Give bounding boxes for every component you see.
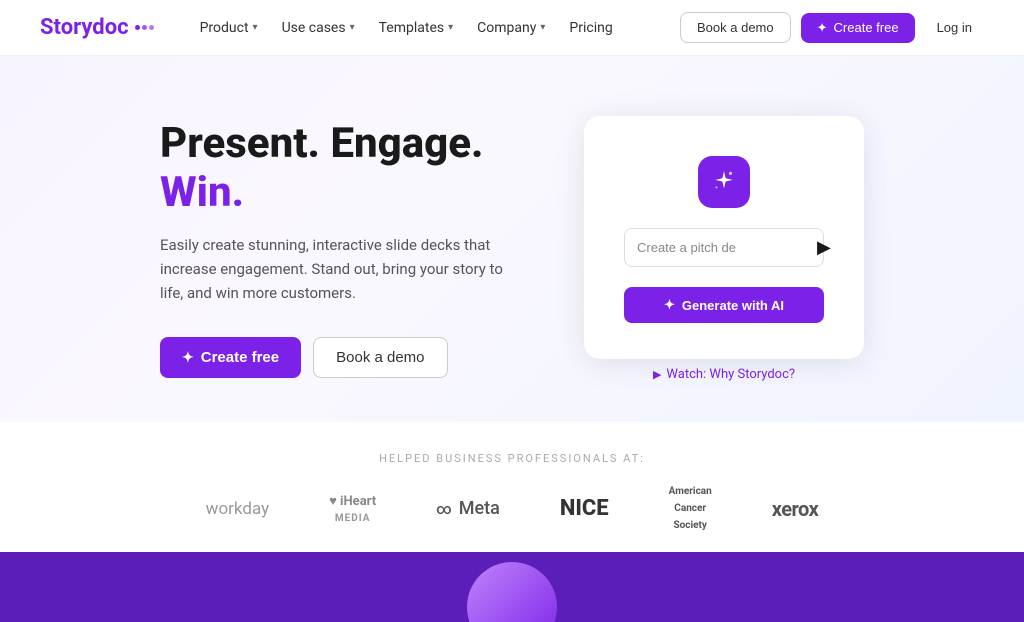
sparkle-icon: ✦ [182,349,194,366]
hero-section: Present. Engage. Win. Easily create stun… [0,56,1024,422]
nav-item-pricing[interactable]: Pricing [559,14,622,42]
play-icon: ▶ [653,368,661,381]
login-button[interactable]: Log in [925,13,984,42]
nav-item-product[interactable]: Product ▾ [190,14,268,42]
hero-card: ▶ ✦ Generate with AI [584,116,864,359]
card-input-row: ▶ [624,228,824,267]
logo-meta: ∞ Meta [436,498,500,519]
logos-row: workday ♥ iHeart MEDIA ∞ Meta NICE Ameri… [80,485,944,532]
nav-create-free-button[interactable]: ✦ Create free [801,13,915,43]
logo-workday: workday [206,499,269,519]
hero-subtext: Easily create stunning, interactive slid… [160,233,520,305]
logo-nice: NICE [560,496,609,521]
hero-create-free-button[interactable]: ✦ Create free [160,337,301,378]
nav-links: Product ▾ Use cases ▾ Templates ▾ Compan… [190,14,680,42]
logo-decoration [135,25,154,30]
logo-xerox: xerox [772,497,819,521]
chevron-down-icon: ▾ [350,22,355,33]
sparkle-icon: ✦ [664,297,675,313]
logo[interactable]: Storydoc [40,15,154,40]
watch-why-storydoc-link[interactable]: ▶ Watch: Why Storydoc? [653,367,795,382]
logo-iheart: ♥ iHeart MEDIA [329,493,376,524]
sparkle-icon: ✦ [817,20,828,36]
bottom-bar [0,552,1024,622]
logo-acs: American Cancer Society [669,485,712,532]
nav-actions: Book a demo ✦ Create free Log in [680,12,984,43]
ai-icon [698,156,750,208]
logo-text: Storydoc [40,15,129,40]
navbar: Storydoc Product ▾ Use cases ▾ Templates… [0,0,1024,56]
hero-headline: Present. Engage. Win. [160,120,524,217]
generate-ai-button[interactable]: ✦ Generate with AI [624,287,824,323]
nav-item-use-cases[interactable]: Use cases ▾ [272,14,365,42]
hero-right: ▶ ✦ Generate with AI ▶ Watch: Why Storyd… [584,116,864,382]
hero-book-demo-button[interactable]: Book a demo [313,337,447,378]
logos-section: HELPED BUSINESS PROFESSIONALS AT: workda… [0,422,1024,552]
hero-buttons: ✦ Create free Book a demo [160,337,524,378]
nav-item-templates[interactable]: Templates ▾ [369,14,464,42]
create-pitch-input[interactable] [637,240,813,255]
chevron-down-icon: ▾ [448,22,453,33]
nav-book-demo-button[interactable]: Book a demo [680,12,791,43]
hero-left: Present. Engage. Win. Easily create stun… [160,120,524,378]
cursor-icon: ▶ [817,237,831,258]
bottom-avatar [467,562,557,622]
logos-label: HELPED BUSINESS PROFESSIONALS AT: [80,452,944,465]
nav-item-company[interactable]: Company ▾ [467,14,555,42]
chevron-down-icon: ▾ [253,22,258,33]
chevron-down-icon: ▾ [540,22,545,33]
